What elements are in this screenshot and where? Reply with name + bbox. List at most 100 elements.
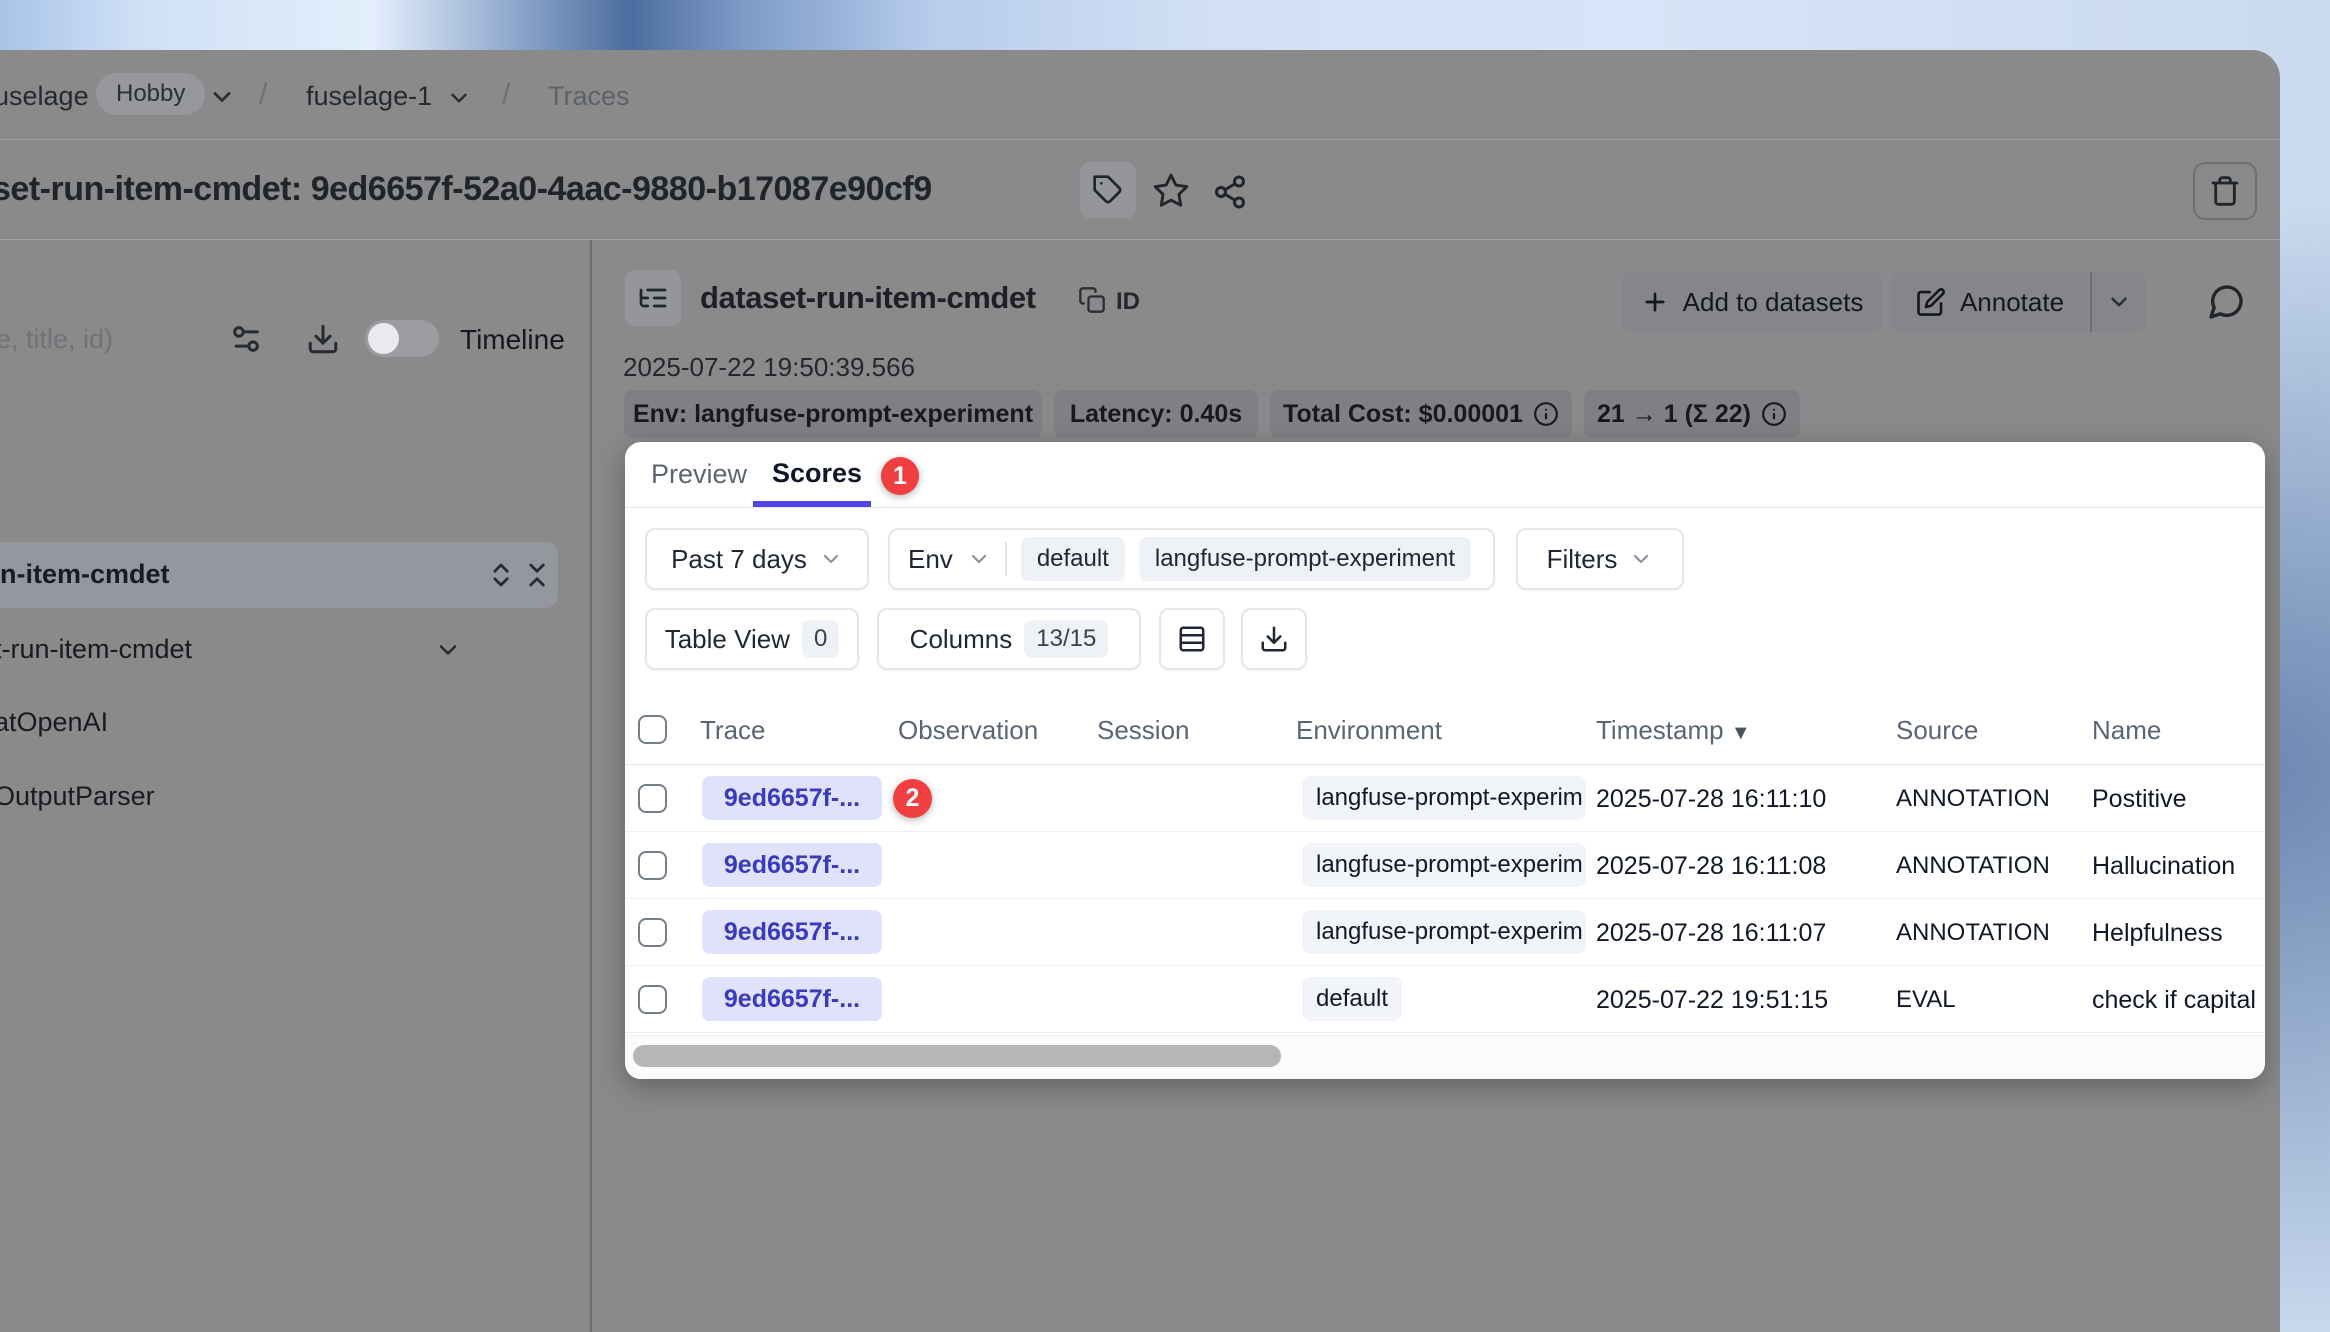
table-row[interactable]: 9ed6657f-... langfuse-prompt-experim 202… — [625, 899, 2265, 966]
col-trace[interactable]: Trace — [700, 715, 766, 746]
plus-icon — [1641, 288, 1669, 316]
chevron-down-icon — [2106, 289, 2132, 315]
id-label[interactable]: ID — [1116, 288, 1140, 316]
name-cell: Helpfulness — [2092, 919, 2223, 948]
environment-chip: default — [1302, 977, 1402, 1021]
tree-item-chatopenai[interactable]: atOpenAI — [0, 703, 560, 749]
info-icon[interactable] — [1533, 401, 1559, 427]
annotate-pen-icon — [1916, 287, 1946, 317]
col-observation[interactable]: Observation — [898, 715, 1038, 746]
trace-link[interactable]: 9ed6657f-... — [702, 910, 882, 954]
name-cell: Postitive — [2092, 785, 2186, 814]
expand-all-icon[interactable] — [486, 560, 516, 590]
tag-icon — [1092, 174, 1124, 206]
trace-link[interactable]: 9ed6657f-... — [702, 977, 882, 1021]
collapse-all-icon[interactable] — [522, 560, 552, 590]
copy-id-button[interactable] — [1078, 286, 1106, 314]
tree-item-selected[interactable]: n-item-cmdet — [0, 542, 558, 608]
breadcrumb-current-page: Traces — [548, 81, 630, 112]
divider — [1005, 542, 1007, 576]
annotate-button[interactable]: Annotate — [1892, 272, 2088, 332]
date-range-button[interactable]: Past 7 days — [645, 528, 869, 590]
timestamp-cell: 2025-07-28 16:11:10 — [1596, 785, 1826, 814]
chevron-down-icon — [819, 547, 843, 571]
table-row[interactable]: 9ed6657f-... default 2025-07-22 19:51:15… — [625, 966, 2265, 1033]
environment-chip: langfuse-prompt-experim — [1302, 776, 1586, 820]
row-checkbox[interactable] — [638, 851, 667, 880]
timeline-toggle-label: Timeline — [460, 324, 565, 356]
search-input[interactable] — [0, 324, 181, 355]
col-timestamp[interactable]: Timestamp ▼ — [1596, 715, 1751, 746]
plan-badge: Hobby — [96, 73, 205, 115]
chevron-down-icon[interactable] — [434, 636, 462, 664]
select-all-checkbox[interactable] — [638, 715, 667, 744]
col-source[interactable]: Source — [1896, 715, 1978, 746]
row-height-button[interactable] — [1159, 608, 1225, 670]
env-filter-label: Env — [908, 544, 953, 575]
col-session[interactable]: Session — [1097, 715, 1190, 746]
table-row[interactable]: 9ed6657f-... langfuse-prompt-experim 202… — [625, 832, 2265, 899]
export-button[interactable] — [1241, 608, 1307, 670]
tab-preview[interactable]: Preview — [651, 459, 747, 490]
col-environment[interactable]: Environment — [1296, 715, 1442, 746]
date-range-label: Past 7 days — [671, 544, 807, 575]
tree-item-outputparser[interactable]: OutputParser — [0, 777, 560, 823]
tree-download-button[interactable] — [306, 322, 340, 356]
copy-icon — [1078, 286, 1106, 314]
horizontal-scrollbar[interactable] — [625, 1035, 2265, 1079]
delete-button[interactable] — [2193, 162, 2257, 220]
breadcrumb-project[interactable]: fuselage-1 — [306, 81, 432, 112]
add-to-datasets-button[interactable]: Add to datasets — [1622, 272, 1882, 332]
table-row[interactable]: 9ed6657f-... 2 langfuse-prompt-experim 2… — [625, 765, 2265, 832]
env-filter-button[interactable]: Env default langfuse-prompt-experiment — [888, 528, 1495, 590]
tree-item-label: OutputParser — [0, 781, 155, 812]
environment-chip: langfuse-prompt-experim — [1302, 843, 1586, 887]
breadcrumb-org[interactable]: uselage — [0, 81, 89, 112]
tree-item-label: atOpenAI — [0, 707, 108, 738]
annotation-marker-1: 1 — [881, 457, 919, 495]
trace-link[interactable]: 9ed6657f-... — [702, 843, 882, 887]
columns-button[interactable]: Columns 13/15 — [877, 608, 1141, 670]
columns-label: Columns — [910, 624, 1013, 655]
project-chevron-down-icon[interactable] — [446, 85, 472, 111]
timestamp-cell: 2025-07-28 16:11:07 — [1596, 919, 1826, 948]
toggle-knob — [368, 323, 399, 354]
env-filter-chip-default[interactable]: default — [1021, 537, 1125, 581]
tab-scores[interactable]: Scores — [772, 458, 862, 489]
favorite-button[interactable] — [1152, 172, 1190, 210]
scrollbar-thumb[interactable] — [633, 1045, 1281, 1067]
tree-settings-button[interactable] — [229, 322, 263, 356]
message-bubble-icon — [2206, 282, 2246, 322]
col-name[interactable]: Name — [2092, 715, 2161, 746]
tree-item-label: n-item-cmdet — [0, 559, 170, 590]
table-view-button[interactable]: Table View 0 — [645, 608, 859, 670]
table-view-label: Table View — [665, 624, 790, 655]
filters-button[interactable]: Filters — [1516, 528, 1684, 590]
timeline-toggle[interactable] — [365, 320, 439, 357]
entry-title: dataset-run-item-cmdet — [700, 280, 1036, 316]
download-icon — [306, 322, 340, 356]
columns-count: 13/15 — [1024, 620, 1108, 658]
trash-icon — [2209, 175, 2241, 207]
env-badge-label: Env: langfuse-prompt-experiment — [633, 400, 1033, 429]
tag-button[interactable] — [1080, 162, 1136, 218]
chevron-down-icon — [1629, 547, 1653, 571]
trace-link[interactable]: 9ed6657f-... — [702, 776, 882, 820]
entry-timestamp: 2025-07-22 19:50:39.566 — [623, 352, 915, 383]
annotate-dropdown-button[interactable] — [2090, 272, 2146, 332]
org-chevron-down-icon[interactable] — [208, 83, 236, 111]
tree-item-run[interactable]: t-run-item-cmdet — [0, 630, 560, 676]
env-filter-chip-experiment[interactable]: langfuse-prompt-experiment — [1139, 537, 1471, 581]
row-checkbox[interactable] — [638, 784, 667, 813]
row-checkbox[interactable] — [638, 985, 667, 1014]
share-icon — [1212, 174, 1248, 210]
token-usage-badge: 21 → 1 (Σ 22) — [1584, 390, 1800, 438]
rows-icon — [1177, 624, 1207, 654]
share-button[interactable] — [1212, 174, 1248, 210]
add-to-datasets-label: Add to datasets — [1683, 287, 1864, 318]
row-checkbox[interactable] — [638, 918, 667, 947]
comments-button[interactable] — [2206, 282, 2246, 322]
tree-item-label: t-run-item-cmdet — [0, 634, 192, 665]
trace-tree-sidebar: Timeline n-item-cmdet t-run-item-cmdet a… — [0, 240, 592, 1332]
info-icon[interactable] — [1761, 401, 1787, 427]
